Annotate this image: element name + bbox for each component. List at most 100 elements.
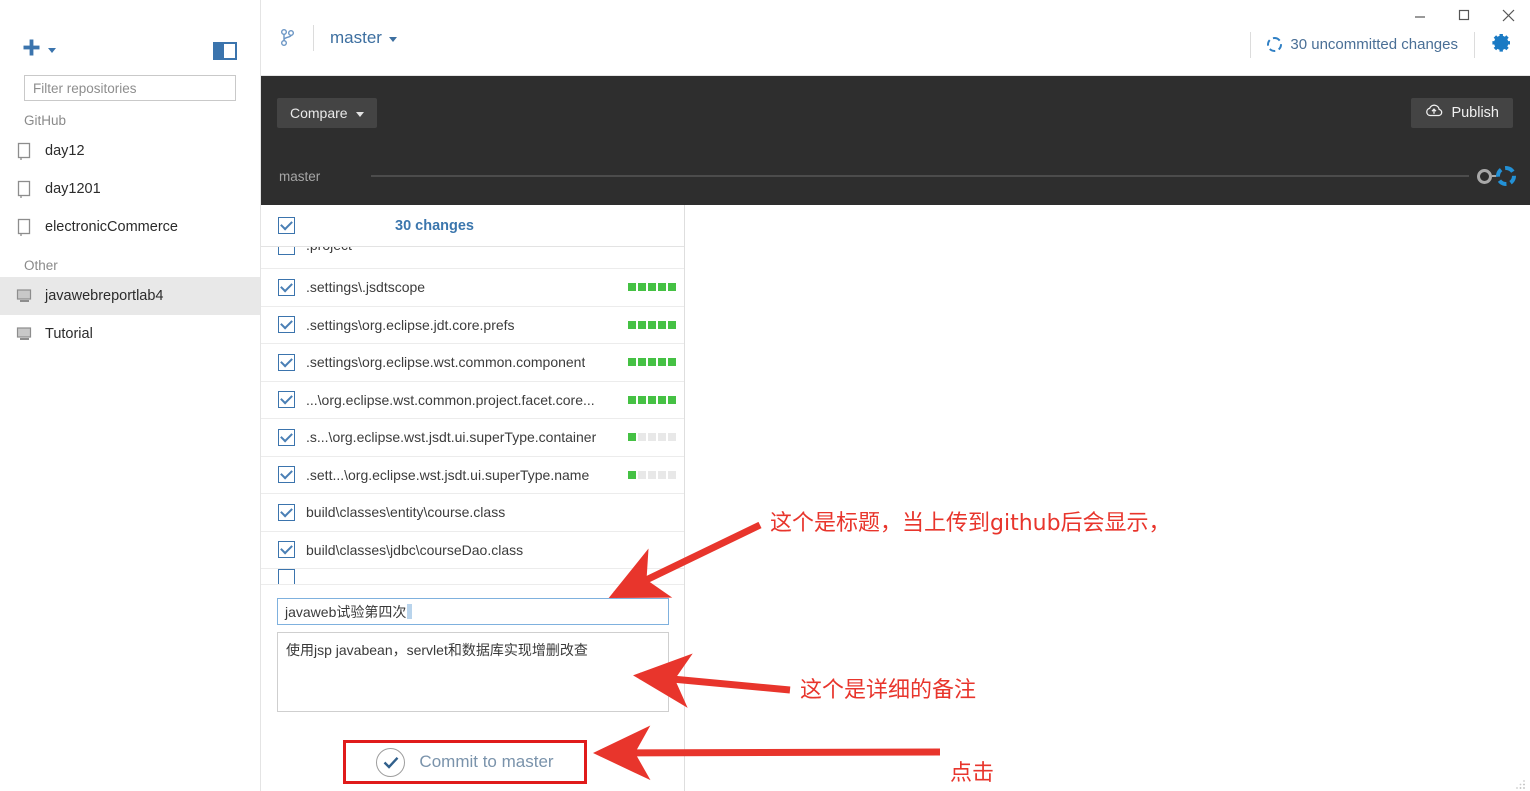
table-row[interactable]: build\classes\entity\course.class	[261, 494, 684, 532]
sidebar-item-label: electronicCommerce	[45, 219, 178, 235]
resize-grip[interactable]	[1514, 777, 1526, 789]
sidebar-group-github-label: GitHub	[24, 113, 67, 128]
cloud-upload-icon	[1425, 104, 1443, 122]
commit-description-value: 使用jsp javabean，servlet和数据库实现增删改查	[286, 642, 588, 658]
filter-repositories-input[interactable]	[24, 75, 236, 101]
sidebar-toggle-icon[interactable]	[213, 42, 237, 60]
file-checkbox[interactable]	[278, 428, 295, 446]
sidebar-item-label: Tutorial	[45, 326, 93, 342]
table-row[interactable]: .settings\.jsdtscope	[261, 269, 684, 307]
annotation-description-note: 这个是详细的备注	[800, 678, 977, 703]
file-path: .sett...\org.eclipse.wst.jsdt.ui.superTy…	[306, 466, 590, 483]
commit-button-label: Commit to master	[419, 752, 554, 771]
timeline-track	[371, 175, 1469, 177]
commit-summary-input[interactable]: javaweb试验第四次	[277, 598, 669, 625]
file-checkbox[interactable]	[278, 391, 295, 409]
repository-book-icon	[16, 180, 33, 199]
table-row[interactable]	[261, 569, 684, 585]
select-all-checkbox[interactable]	[278, 217, 295, 234]
file-checkbox[interactable]	[278, 503, 295, 521]
sidebar-item-day12[interactable]: day12	[0, 132, 260, 170]
file-checkbox[interactable]	[278, 278, 295, 296]
chevron-down-icon	[355, 111, 364, 117]
timeline-branch-label: master	[279, 168, 321, 184]
plus-icon	[22, 38, 41, 62]
branch-name-label: master	[330, 28, 397, 48]
sync-status-icon	[1267, 37, 1283, 52]
commit-description-input[interactable]: 使用jsp javabean，servlet和数据库实现增删改查	[277, 632, 669, 712]
file-path: build\classes\jdbc\courseDao.class	[306, 541, 524, 558]
diff-size-bars	[628, 395, 679, 404]
close-icon[interactable]	[1486, 1, 1530, 29]
branch-toolbar: master 30 uncommitted changes	[261, 0, 1530, 76]
current-branch-button[interactable]: master	[261, 0, 397, 75]
table-row[interactable]: build\classes\jdbc\courseDao.class	[261, 532, 684, 569]
file-checkbox[interactable]	[278, 316, 295, 334]
add-repository-button[interactable]	[22, 38, 56, 62]
changes-header: 30 changes	[261, 205, 684, 247]
table-row[interactable]: .settings\org.eclipse.wst.common.compone…	[261, 344, 684, 382]
uncommitted-changes-status[interactable]: 30 uncommitted changes	[1267, 36, 1458, 53]
changes-panel: 30 changes .project .settings\.jsdtscope…	[261, 205, 685, 791]
file-path: .s...\org.eclipse.wst.jsdt.ui.superType.…	[306, 429, 597, 446]
table-row[interactable]: .sett...\org.eclipse.wst.jsdt.ui.superTy…	[261, 457, 684, 494]
diff-size-bars	[628, 283, 679, 292]
diff-size-bars	[628, 470, 679, 479]
sidebar-item-javawebreportlab4[interactable]: javawebreportlab4	[0, 277, 260, 315]
annotation-click-note: 点击	[950, 761, 995, 786]
file-path: .settings\org.eclipse.wst.common.compone…	[306, 354, 586, 371]
file-path: .settings\.jsdtscope	[306, 279, 426, 296]
settings-button[interactable]	[1491, 32, 1512, 58]
check-circle-icon	[376, 747, 406, 777]
maximize-icon[interactable]	[1442, 1, 1486, 29]
unpublished-node-icon[interactable]	[1496, 166, 1516, 186]
toolbar-divider	[313, 24, 314, 51]
toolbar-divider	[1474, 31, 1475, 58]
file-path: ...\org.eclipse.wst.common.project.facet…	[306, 391, 595, 408]
minimize-icon[interactable]	[1398, 1, 1442, 29]
sidebar-item-day1201[interactable]: day1201	[0, 170, 260, 208]
file-checkbox[interactable]	[278, 466, 295, 484]
sidebar-item-label: day12	[45, 143, 85, 159]
gear-icon	[1491, 32, 1512, 58]
sidebar-item-label: javawebreportlab4	[45, 288, 164, 304]
table-row[interactable]: .s...\org.eclipse.wst.jsdt.ui.superType.…	[261, 419, 684, 457]
diff-size-bars	[628, 320, 679, 329]
commit-node-icon[interactable]	[1477, 168, 1492, 184]
compare-label: Compare	[290, 105, 348, 121]
filter-repositories-wrap	[0, 75, 260, 101]
sidebar-item-label: day1201	[45, 181, 101, 197]
branch-name-text: master	[330, 27, 382, 47]
file-checkbox[interactable]	[278, 541, 295, 559]
annotation-title-note: 这个是标题，当上传到github后会显示，	[770, 511, 1171, 536]
diff-size-bars	[628, 433, 679, 442]
window-controls	[1390, 0, 1530, 30]
publish-button[interactable]: Publish	[1411, 98, 1513, 128]
commit-to-master-button[interactable]: Commit to master	[343, 740, 587, 784]
changed-files-list[interactable]: .project .settings\.jsdtscope .settings\…	[261, 247, 684, 588]
publish-label: Publish	[1451, 105, 1499, 121]
chevron-down-icon	[388, 36, 397, 42]
compare-branch-button[interactable]: Compare	[277, 98, 377, 128]
sidebar-item-electroniccommerce[interactable]: electronicCommerce	[0, 208, 260, 246]
repository-book-icon	[16, 218, 33, 237]
table-row[interactable]: .settings\org.eclipse.jdt.core.prefs	[261, 307, 684, 344]
file-checkbox[interactable]	[278, 569, 295, 584]
local-repository-monitor-icon	[16, 325, 33, 344]
repository-sidebar: GitHub day12 day1201	[0, 0, 261, 791]
file-checkbox[interactable]	[278, 353, 295, 371]
file-path: .settings\org.eclipse.jdt.core.prefs	[306, 316, 515, 333]
commit-summary-value: javaweb试验第四次	[285, 603, 407, 620]
sidebar-item-tutorial[interactable]: Tutorial	[0, 315, 260, 353]
branch-timeline: master	[261, 154, 1530, 198]
git-branch-icon	[277, 28, 297, 47]
chevron-down-icon	[48, 47, 56, 53]
text-cursor	[407, 604, 413, 619]
file-checkbox[interactable]	[278, 247, 295, 255]
table-row[interactable]: .project	[261, 247, 684, 269]
table-row[interactable]: ...\org.eclipse.wst.common.project.facet…	[261, 382, 684, 419]
uncommitted-changes-label: 30 uncommitted changes	[1290, 36, 1458, 53]
diff-size-bars	[628, 358, 679, 367]
commit-form: javaweb试验第四次 使用jsp javabean，servlet和数据库实…	[261, 588, 684, 791]
repository-book-icon	[16, 142, 33, 161]
